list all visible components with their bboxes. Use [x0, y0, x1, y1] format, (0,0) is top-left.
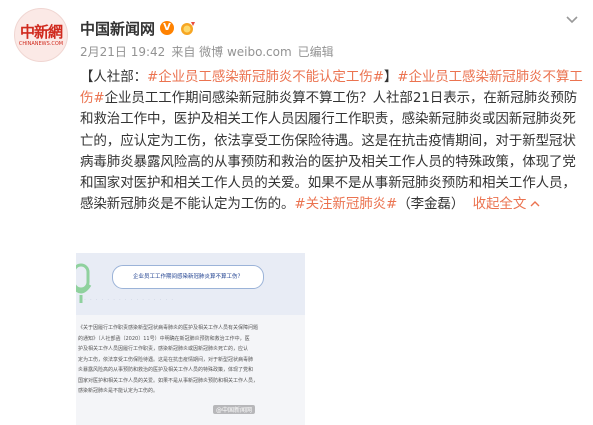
image-text-line: 定为工伤，依法享受工伤保险待遇。这是在抗击疫情期间，对于新型冠状病毒肺 — [78, 356, 254, 363]
post-time[interactable]: 2月21日 19:42 — [80, 43, 165, 60]
image-text-line: 炎暴露风险高的从事预防和救治的医护及相关工作人员的特殊政策，体现了党和 — [78, 367, 254, 373]
image-text-line: 感染新冠肺炎是不能认定为工伤的。 — [78, 388, 159, 394]
image-watermark: @中国新闻网 — [213, 405, 256, 414]
chevron-down-icon[interactable] — [565, 12, 579, 26]
collapse-text-button[interactable]: 收起全文 — [464, 196, 540, 212]
gold-member-icon[interactable] — [179, 20, 197, 36]
avatar-logo-subtext: CHINANEWS.COM — [18, 41, 64, 47]
image-question-bubble: 企业员工工作期间感染新冠肺炎算不算工伤？ — [112, 265, 264, 289]
bracket-close: 】 — [383, 69, 398, 85]
author-name[interactable]: 中国新闻网 — [80, 18, 155, 39]
image-text-line: 的通知》（人社部函〔2020〕11号）中明确在新冠肺炎预防和救治工作中，医 — [78, 335, 250, 342]
image-decoration-dots: · · · · · · · · · · · · · · · · — [84, 297, 175, 304]
image-text-line: 国家对医护和相关工作人员的关爱。如果不是从事新冠肺炎预防和相关工作人员， — [78, 377, 259, 384]
verified-icon: V — [160, 21, 175, 35]
hashtag-link-1[interactable]: #企业员工感染新冠肺炎不能认定工伤# — [147, 69, 384, 85]
collapse-label: 收起全文 — [472, 196, 527, 213]
post-text: 【人社部：#企业员工感染新冠肺炎不能认定工伤#】#企业员工感染新冠肺炎不算工伤#… — [80, 67, 584, 215]
chevron-up-icon — [530, 201, 540, 207]
image-body-text: 《关于因履行工作职责感染新型冠状病毒肺炎的医护及相关工作人员有关保障问题 的通知… — [76, 323, 305, 397]
image-text-line: 护及相关工作人员因履行工作职责，感染新冠肺炎或因新冠肺炎死亡的，应认 — [78, 346, 249, 352]
author-name-row: 中国新闻网 V — [80, 17, 197, 39]
author-avatar[interactable]: 中新網 CHINANEWS.COM — [14, 8, 68, 62]
image-text-line: 《关于因履行工作职责感染新型冠状病毒肺炎的医护及相关工作人员有关保障问题 — [78, 325, 259, 331]
post-image[interactable]: 企业员工工作期间感染新冠肺炎算不算工伤？ · · · · · · · · · ·… — [76, 253, 305, 425]
post-credit: （李金磊） — [397, 196, 465, 213]
edited-label[interactable]: 已编辑 — [298, 43, 334, 60]
post-meta: 2月21日 19:42 来自 微博 weibo.com 已编辑 — [80, 43, 340, 60]
bracket-open: 【 — [80, 69, 94, 85]
avatar-logo-text: 中新網 — [19, 23, 63, 41]
hashtag-link-3[interactable]: #关注新冠肺炎# — [294, 196, 397, 212]
post-source[interactable]: 来自 微博 weibo.com — [171, 43, 291, 60]
post-body: 企业员工工作期间感染新冠肺炎算不算工伤？人社部21日表示，在新冠肺炎预防和救治工… — [80, 90, 578, 213]
topic-label: 人社部： — [93, 69, 148, 85]
